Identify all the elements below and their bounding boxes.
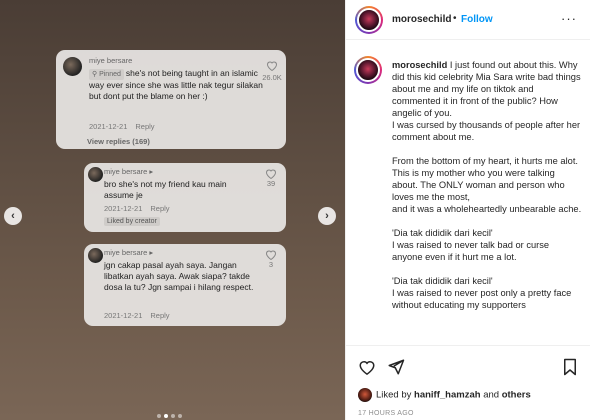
likes-others-link[interactable]: others	[502, 390, 531, 401]
comment-card: miye bersare ⚲ Pinned she's not being tau…	[56, 50, 286, 149]
comment-date: 2021-12-21	[89, 122, 128, 131]
caption-avatar[interactable]	[354, 56, 382, 84]
comment-meta: 2021-12-21 Reply	[89, 122, 155, 131]
reply-link[interactable]: Reply	[150, 204, 169, 213]
follow-button[interactable]: Follow	[461, 14, 493, 25]
comment-username: miye bersare ▸	[104, 167, 154, 176]
reply-link[interactable]: Reply	[135, 122, 154, 131]
post-sidebar: morosechild • Follow ··· morosechild I j…	[345, 0, 590, 420]
reply-link[interactable]: Reply	[150, 311, 169, 320]
commenter-avatar	[63, 57, 82, 76]
previous-slide-button[interactable]: ‹	[4, 207, 22, 225]
caption-text: morosechild I just found out about this.…	[392, 60, 582, 310]
share-icon[interactable]	[387, 358, 405, 376]
comment-card: miye bersare ▸ bro she's not my friend k…	[84, 163, 286, 232]
carousel-dot	[178, 414, 182, 418]
heart-icon[interactable]	[358, 358, 376, 376]
carousel-dot	[157, 414, 161, 418]
heart-icon[interactable]	[266, 60, 278, 71]
caption-area: morosechild I just found out about this.…	[346, 40, 590, 345]
liker-avatar	[358, 388, 372, 402]
comment-date: 2021-12-21	[104, 204, 143, 213]
post-media: miye bersare ⚲ Pinned she's not being tau…	[0, 0, 345, 420]
heart-icon[interactable]	[265, 249, 277, 260]
bookmark-icon[interactable]	[561, 358, 579, 376]
comment-date: 2021-12-21	[104, 311, 143, 320]
profile-avatar[interactable]	[355, 6, 383, 34]
pinned-badge: ⚲ Pinned	[89, 69, 124, 80]
like-count: 3	[268, 260, 274, 269]
comment-text: jgn cakap pasal ayah saya. Jangan libatk…	[104, 260, 254, 292]
comment-username: miye bersare	[89, 56, 133, 65]
next-slide-button[interactable]: ›	[318, 207, 336, 225]
separator-dot: •	[453, 13, 457, 24]
commenter-avatar	[88, 167, 103, 182]
commenter-avatar	[88, 248, 103, 263]
comment-meta: 2021-12-21 Reply	[104, 311, 170, 320]
more-options-icon[interactable]: ···	[561, 11, 577, 26]
comment-card: miye bersare ▸ jgn cakap pasal ayah saya…	[84, 244, 286, 326]
like-count: 26.0K	[262, 73, 282, 82]
comment-meta: 2021-12-21 Reply	[104, 204, 170, 213]
liked-by-creator-badge: Liked by creator	[104, 217, 160, 226]
carousel-dots	[157, 414, 182, 420]
carousel-dot-active	[164, 414, 168, 418]
carousel-dot	[171, 414, 175, 418]
action-bar	[346, 345, 590, 385]
comment-text: bro she's not my friend kau main assume …	[104, 179, 227, 200]
comment-username: miye bersare ▸	[104, 248, 154, 257]
header-username[interactable]: morosechild	[392, 14, 451, 25]
post-header: morosechild • Follow ···	[346, 0, 590, 40]
view-replies-link[interactable]: View replies (169)	[87, 137, 150, 146]
caption-username[interactable]: morosechild	[392, 60, 447, 70]
comment-text: ⚲ Pinned she's not being taught in an isl…	[89, 68, 263, 101]
like-count: 39	[266, 179, 276, 188]
post-timestamp: 17 HOURS AGO	[358, 410, 414, 417]
heart-icon[interactable]	[265, 168, 277, 179]
liker-username[interactable]: haniff_hamzah	[414, 390, 481, 401]
likes-summary: Liked by haniff_hamzah and others	[358, 388, 531, 402]
